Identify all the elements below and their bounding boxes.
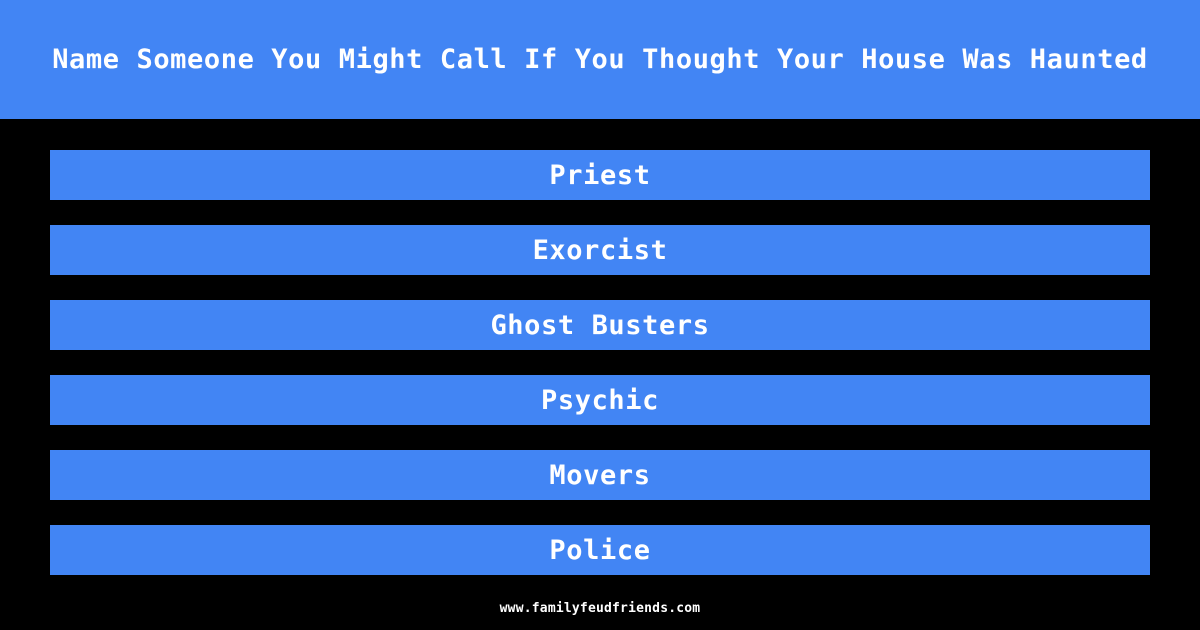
answer-label: Police — [549, 534, 651, 566]
answer-row[interactable]: Movers — [50, 450, 1150, 500]
footer: www.familyfeudfriends.com — [0, 598, 1200, 618]
question-header: Name Someone You Might Call If You Thoug… — [0, 0, 1200, 119]
answer-row[interactable]: Police — [50, 525, 1150, 575]
answer-row[interactable]: Exorcist — [50, 225, 1150, 275]
answer-row[interactable]: Psychic — [50, 375, 1150, 425]
answer-label: Psychic — [541, 384, 659, 416]
answer-label: Ghost Busters — [490, 309, 710, 341]
answer-label: Movers — [549, 459, 651, 491]
question-card: Name Someone You Might Call If You Thoug… — [0, 0, 1200, 630]
answer-row[interactable]: Priest — [50, 150, 1150, 200]
answer-label: Priest — [549, 159, 651, 191]
site-url[interactable]: www.familyfeudfriends.com — [500, 601, 701, 616]
answer-row[interactable]: Ghost Busters — [50, 300, 1150, 350]
answer-label: Exorcist — [532, 234, 668, 266]
answers-list: Priest Exorcist Ghost Busters Psychic Mo… — [50, 150, 1150, 575]
page-title: Name Someone You Might Call If You Thoug… — [52, 43, 1148, 75]
